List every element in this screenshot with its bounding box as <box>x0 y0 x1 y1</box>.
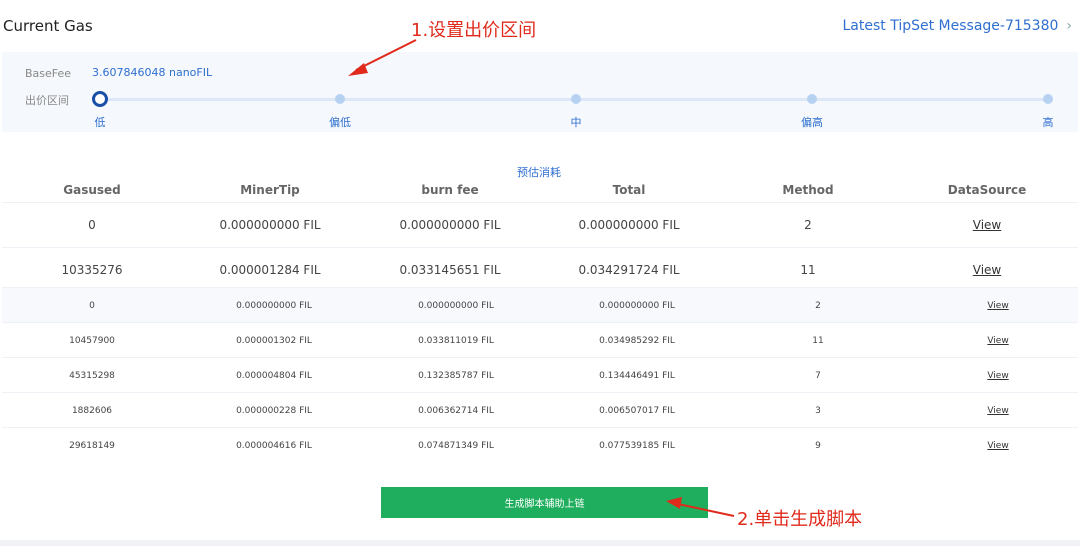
table-cell: 0.074871349 FIL <box>418 440 494 451</box>
table-cell: 0.000000000 FIL <box>599 300 675 311</box>
view-link[interactable]: View <box>987 301 1008 311</box>
table-cell: 0.077539185 FIL <box>599 440 675 451</box>
table-cell: 0.000000228 FIL <box>236 405 312 416</box>
table-cell: 0.000000000 FIL <box>418 300 494 311</box>
table-cell: 0.000004804 FIL <box>236 370 312 381</box>
table-cell: 0.000004616 FIL <box>236 440 312 451</box>
price-range-stop-label[interactable]: 偏低 <box>329 114 351 130</box>
table-cell: 9 <box>815 440 821 451</box>
column-header: MinerTip <box>240 183 300 197</box>
table-cell: 0.033811019 FIL <box>418 335 494 346</box>
chevron-right-icon: › <box>1066 18 1072 34</box>
table-row: 45315298 0.000004804 FIL 0.132385787 FIL 0.… <box>2 357 1078 393</box>
table-cell: 0 <box>89 300 95 311</box>
price-range-stop-0[interactable] <box>92 91 108 107</box>
view-link[interactable]: View <box>987 371 1008 381</box>
table-cell: 0.033145651 FIL <box>399 263 501 277</box>
table-cell: 29618149 <box>69 440 115 451</box>
table-cell: 0 <box>88 218 96 232</box>
table-cell: 0.034291724 FIL <box>578 263 680 277</box>
price-range-stop-label[interactable]: 低 <box>95 114 106 130</box>
page-title: Current Gas <box>3 17 93 35</box>
column-header: Total <box>612 183 646 197</box>
basefee-value: 3.607846048 nanoFIL <box>92 66 213 79</box>
annotation-step2: 2.单击生成脚本 <box>737 509 863 530</box>
table-row: 0 0.000000000 FIL 0.000000000 FIL 0.0000000… <box>2 202 1078 247</box>
price-range-stop-3[interactable] <box>807 94 817 104</box>
annotation-arrow-2-icon <box>666 497 735 517</box>
table-cell: 0.006362714 FIL <box>418 405 494 416</box>
view-link[interactable]: View <box>987 336 1008 346</box>
annotation-arrow-1-icon <box>348 39 417 76</box>
price-range-label: 出价区间 <box>25 94 69 107</box>
table-cell: 2 <box>815 300 821 311</box>
table-row: 29618149 0.000004616 FIL 0.074871349 FIL 0.… <box>2 427 1078 463</box>
table-cell: 0.134446491 FIL <box>599 370 675 381</box>
price-range-stop-1[interactable] <box>335 94 345 104</box>
table-cell: 7 <box>815 370 821 381</box>
gas-settings-panel <box>2 52 1078 132</box>
column-header: Gasused <box>63 183 121 197</box>
table-cell: 45315298 <box>69 370 115 381</box>
view-link[interactable]: View <box>973 218 1001 232</box>
table-cell: 11 <box>800 263 816 277</box>
estimate-group-header: 预估消耗 <box>517 166 561 179</box>
table-cell: 10457900 <box>69 335 115 346</box>
view-link[interactable]: View <box>987 441 1008 451</box>
table-cell: 0.132385787 FIL <box>418 370 494 381</box>
table-cell: 0.000001302 FIL <box>236 335 312 346</box>
table-cell: 1882606 <box>71 405 113 416</box>
table-cell: 0.000000000 FIL <box>236 300 312 311</box>
table-cell: 0.000001284 FIL <box>219 263 321 277</box>
table-cell: 11 <box>812 335 824 346</box>
price-range-stop-4[interactable] <box>1043 94 1053 104</box>
table-row: 10335276 0.000001284 FIL 0.033145651 FIL 0.… <box>2 247 1078 292</box>
table-cell: 0.000000000 FIL <box>219 218 321 232</box>
table-cell: 2 <box>804 218 812 232</box>
latest-tipset-link[interactable]: Latest TipSet Message-715380 › <box>842 18 1072 34</box>
view-link[interactable]: View <box>987 406 1008 416</box>
table-cell: 10335276 <box>61 263 123 277</box>
latest-tipset-label: Latest TipSet Message-715380 <box>842 18 1059 34</box>
table-row: 10457900 0.000001302 FIL 0.033811019 FIL 0.… <box>2 322 1078 358</box>
column-header: burn fee <box>421 183 479 197</box>
table-cell: 0.006507017 FIL <box>599 405 675 416</box>
table-cell: 3 <box>815 405 821 416</box>
basefee-label: BaseFee <box>25 67 72 80</box>
view-link[interactable]: View <box>973 263 1001 277</box>
price-range-stop-2[interactable] <box>571 94 581 104</box>
table-row: 0 0.000000000 FIL 0.000000000 FIL 0.0000000… <box>2 287 1078 323</box>
generate-script-button[interactable]: 生成脚本辅助上链 <box>381 487 708 518</box>
table-cell: 0.000000000 FIL <box>399 218 501 232</box>
column-header: Method <box>782 183 834 197</box>
price-range-stop-label[interactable]: 中 <box>571 114 582 130</box>
price-range-stop-label[interactable]: 偏高 <box>801 114 823 130</box>
footer-divider <box>0 540 1080 546</box>
price-range-stop-label[interactable]: 高 <box>1043 114 1054 130</box>
annotation-step1: 1.设置出价区间 <box>411 20 537 41</box>
table-row: 1882606 0.000000228 FIL 0.006362714 FIL 0.0… <box>2 392 1078 428</box>
table-cell: 0.034985292 FIL <box>599 335 675 346</box>
table-cell: 0.000000000 FIL <box>578 218 680 232</box>
column-header: DataSource <box>947 183 1027 197</box>
